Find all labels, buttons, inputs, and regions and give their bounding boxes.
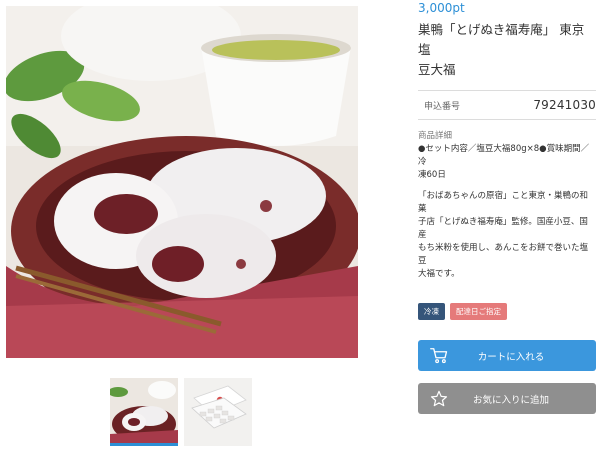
cart-icon <box>430 348 448 364</box>
sweets-plate-photo <box>6 6 358 358</box>
sweets-plate-thumbnail <box>110 378 178 443</box>
application-number-value: 79241030 <box>533 98 596 112</box>
thumbnail-strip <box>110 378 252 446</box>
application-number-row: 申込番号 79241030 <box>418 90 596 120</box>
description-line: 子店「とげぬき福寿庵」監修。国産小豆、国産 <box>418 217 588 240</box>
description-line: 「おばあちゃんの原宿」こと東京・巣鴨の和菓 <box>418 191 589 214</box>
product-description: 「おばあちゃんの原宿」こと東京・巣鴨の和菓 子店「とげぬき福寿庵」監修。国産小豆… <box>418 190 596 281</box>
thumbnail-gift-box[interactable] <box>184 378 252 446</box>
details-line: 凍60日 <box>418 170 446 180</box>
add-to-favorites-button[interactable]: お気に入りに追加 <box>418 383 596 414</box>
product-details: ●セット内容／塩豆大福80g×8●賞味期間／冷 凍60日 「おばあちゃんの原宿」… <box>418 143 596 281</box>
frozen-badge: 冷凍 <box>418 303 445 320</box>
details-line: ●セット内容／塩豆大福80g×8●賞味期間／冷 <box>418 144 590 167</box>
badge-row: 冷凍 配達日ご指定 <box>418 303 596 320</box>
details-heading: 商品詳細 <box>418 131 453 141</box>
application-number-label: 申込番号 <box>424 101 461 112</box>
product-main-image <box>6 6 358 358</box>
description-line: もち米粉を使用し、あんこをお餅で巻いた塩豆 <box>418 243 589 266</box>
thumbnail-sweets-plate[interactable] <box>110 378 178 446</box>
product-title-line: 豆大福 <box>418 62 456 77</box>
dated-delivery-badge: 配達日ご指定 <box>450 303 507 320</box>
product-info: 3,000pt 巣鴨「とげぬき福寿庵」 東京塩 豆大福 申込番号 7924103… <box>418 0 596 414</box>
star-icon <box>430 390 448 407</box>
gift-box-thumbnail <box>184 378 252 446</box>
product-price: 3,000pt <box>418 1 465 15</box>
description-line: 大福です。 <box>418 269 460 279</box>
product-title: 巣鴨「とげぬき福寿庵」 東京塩 豆大福 <box>418 20 596 80</box>
product-title-line: 巣鴨「とげぬき福寿庵」 東京塩 <box>418 22 585 57</box>
add-to-cart-button[interactable]: カートに入れる <box>418 340 596 371</box>
details-set-contents: ●セット内容／塩豆大福80g×8●賞味期間／冷 凍60日 <box>418 143 596 182</box>
